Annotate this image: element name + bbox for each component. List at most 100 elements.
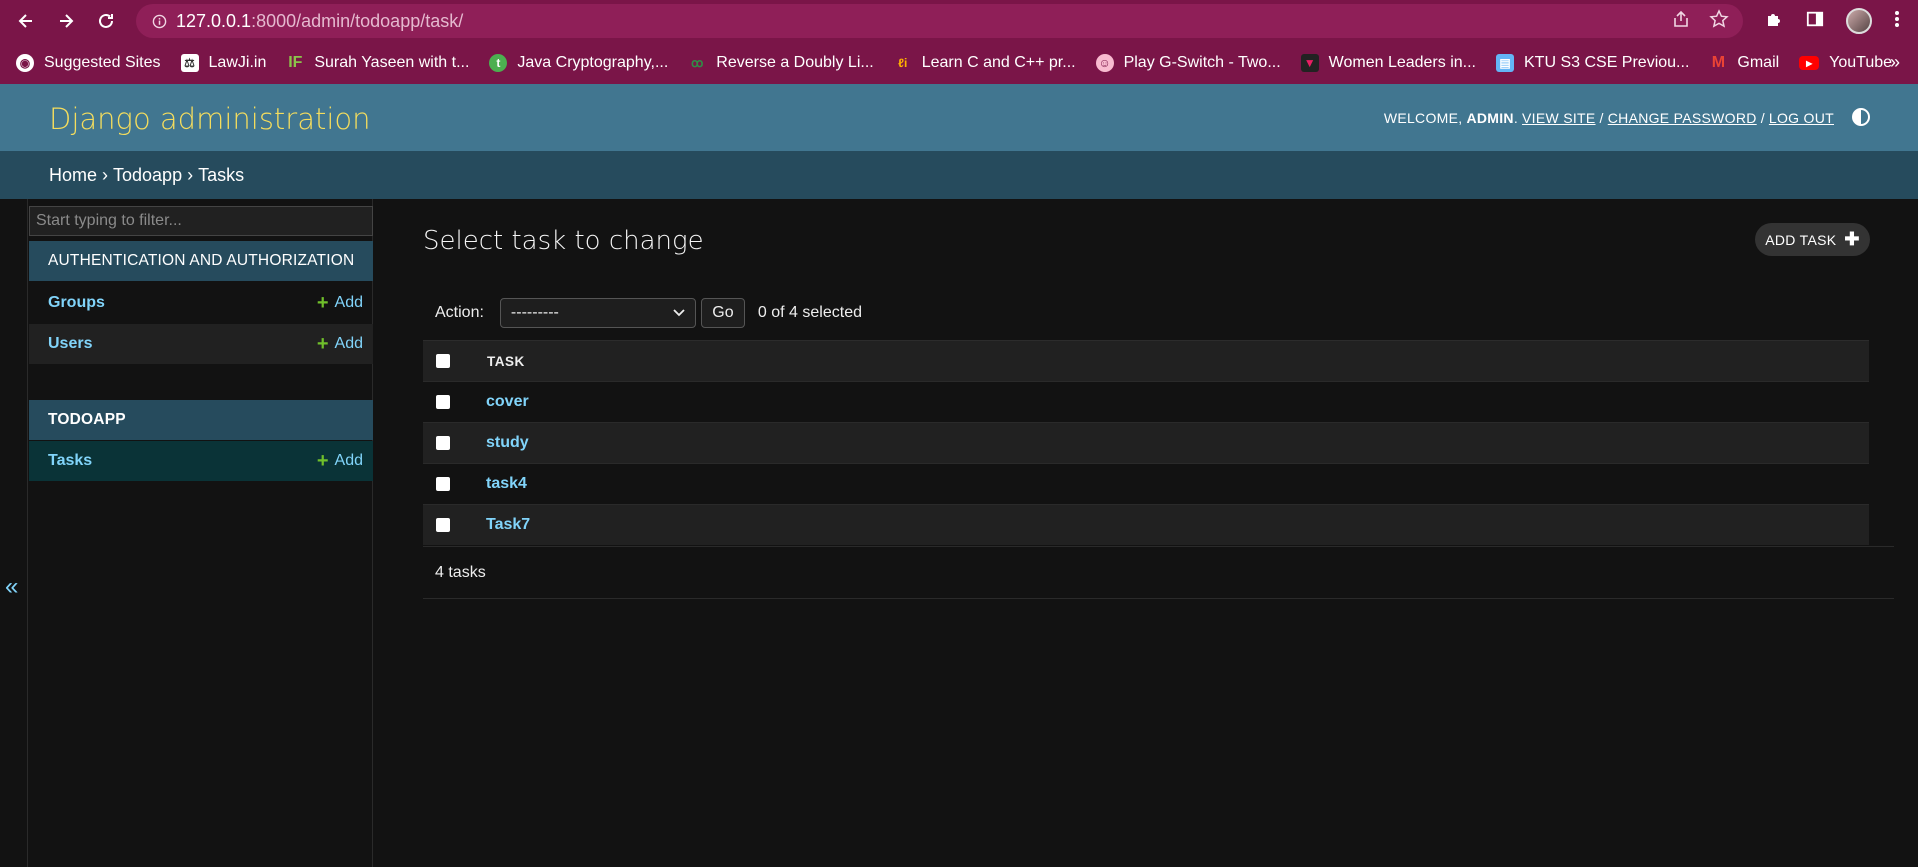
bookmark-label: Suggested Sites <box>44 54 161 71</box>
result-list: TASK cover study task4 Task7 <box>423 340 1869 545</box>
breadcrumb-home[interactable]: Home <box>49 165 97 186</box>
selection-counter: 0 of 4 selected <box>757 304 862 321</box>
log-out-link[interactable]: LOG OUT <box>1769 110 1834 126</box>
side-panel-icon[interactable] <box>1806 10 1824 33</box>
page-title: Select task to change <box>423 226 704 256</box>
action-label: Action: <box>435 304 484 321</box>
welcome-text: WELCOME, <box>1383 110 1463 126</box>
gmail-icon: M <box>1711 54 1726 71</box>
sidebar-item-label[interactable]: Tasks <box>48 452 92 470</box>
menu-icon[interactable] <box>1894 9 1900 34</box>
breadcrumb-separator: › <box>187 164 194 185</box>
add-task-button[interactable]: ADD TASK ✚ <box>1755 223 1870 256</box>
actions-bar: Action: --------- Go 0 of 4 selected <box>435 298 862 328</box>
plus-icon: + <box>316 449 329 472</box>
bookmark-label: Women Leaders in... <box>1328 54 1476 71</box>
user-tools: WELCOME, ADMIN. VIEW SITE / CHANGE PASSWO… <box>1383 110 1834 126</box>
theme-toggle-icon[interactable] <box>1852 108 1870 126</box>
globe-icon: ◉ <box>16 54 34 72</box>
add-label: Add <box>334 294 363 311</box>
bookmark-g-switch[interactable]: ☺ Play G-Switch - Two... <box>1095 54 1281 72</box>
breadcrumb-app[interactable]: Todoapp <box>113 165 182 186</box>
back-icon[interactable] <box>7 2 45 40</box>
bookmark-learn-c[interactable]: ℓi Learn C and C++ pr... <box>894 54 1075 72</box>
bookmark-label: Surah Yaseen with t... <box>314 54 470 71</box>
game-icon: ☺ <box>1095 54 1114 72</box>
breadcrumb: Home › Todoapp › Tasks <box>0 151 1918 199</box>
chevron-down-icon <box>673 304 685 322</box>
sidebar-item-users[interactable]: Users + Add <box>29 324 373 364</box>
bookmark-label: YouTube <box>1829 54 1893 71</box>
bookmark-label: Java Cryptography,... <box>517 54 669 71</box>
learn-icon: ℓi <box>898 56 908 70</box>
app-auth-caption[interactable]: AUTHENTICATION AND AUTHORIZATION <box>29 241 373 281</box>
bookmark-java-cryptography[interactable]: t Java Cryptography,... <box>489 54 668 72</box>
shield-icon: ▼ <box>1300 54 1319 72</box>
bookmark-youtube[interactable]: ▶ YouTube <box>1799 54 1892 72</box>
bookmark-women-leaders[interactable]: ▼ Women Leaders in... <box>1300 54 1476 72</box>
bookmark-suggested-sites[interactable]: ◉ Suggested Sites <box>16 54 161 72</box>
add-label: Add <box>334 335 363 352</box>
sidebar-item-label[interactable]: Users <box>48 335 92 353</box>
toggle-nav-sidebar-icon[interactable]: « <box>5 573 18 601</box>
username: ADMIN <box>1466 110 1514 126</box>
scales-icon: ⚖ <box>180 54 199 72</box>
sidebar-item-tasks[interactable]: Tasks + Add <box>29 441 373 481</box>
profile-avatar[interactable] <box>1846 8 1872 34</box>
task-link[interactable]: cover <box>486 393 529 411</box>
table-row: Task7 <box>423 504 1869 545</box>
select-all-checkbox[interactable] <box>436 354 450 368</box>
add-users-link[interactable]: + Add <box>317 333 363 356</box>
add-label: Add <box>334 452 363 469</box>
nav-filter-input[interactable]: Start typing to filter... <box>29 206 373 236</box>
bookmark-label: Gmail <box>1737 54 1780 71</box>
admin-header: Django administration WELCOME, ADMIN. VI… <box>0 84 1918 151</box>
browser-toolbar: 127.0.0.1:8000/admin/todoapp/task/ <box>0 0 1918 42</box>
task-link[interactable]: Task7 <box>486 516 530 534</box>
bookmark-surah-yaseen[interactable]: IF Surah Yaseen with t... <box>286 54 469 72</box>
sidebar-item-label[interactable]: Groups <box>48 294 105 312</box>
row-checkbox[interactable] <box>436 477 450 491</box>
action-select[interactable]: --------- <box>499 298 696 328</box>
breadcrumb-separator: › <box>102 164 109 185</box>
extensions-icon[interactable] <box>1764 9 1784 34</box>
bookmark-gmail[interactable]: M Gmail <box>1709 54 1779 72</box>
site-info-icon[interactable] <box>142 4 176 38</box>
forward-icon[interactable] <box>47 2 85 40</box>
task-link[interactable]: study <box>486 434 529 452</box>
bookmark-reverse-doubly[interactable]: ꝏ Reverse a Doubly Li... <box>688 54 874 72</box>
gfg-icon: ꝏ <box>691 56 704 70</box>
change-password-link[interactable]: CHANGE PASSWORD <box>1608 110 1757 126</box>
row-checkbox[interactable] <box>436 436 450 450</box>
task-link[interactable]: task4 <box>486 475 527 493</box>
table-header: TASK <box>423 340 1869 381</box>
tp-icon: t <box>489 54 508 72</box>
if-icon: IF <box>288 54 303 71</box>
view-site-link[interactable]: VIEW SITE <box>1522 110 1596 126</box>
site-branding[interactable]: Django administration <box>49 102 371 136</box>
more-bookmarks-icon[interactable]: » <box>1890 52 1900 73</box>
app-todoapp-caption[interactable]: TODOAPP <box>29 400 373 440</box>
add-groups-link[interactable]: + Add <box>317 292 363 315</box>
bookmark-ktu[interactable]: ▤ KTU S3 CSE Previou... <box>1496 54 1689 72</box>
column-header-task[interactable]: TASK <box>487 354 525 369</box>
go-button[interactable]: Go <box>700 298 745 328</box>
plus-icon: ✚ <box>1844 229 1860 249</box>
plus-icon: + <box>316 332 329 355</box>
breadcrumb-current: Tasks <box>198 164 245 185</box>
bookmark-label: LawJi.in <box>208 54 267 71</box>
reload-icon[interactable] <box>87 2 125 40</box>
url-path: :8000/admin/todoapp/task/ <box>251 10 464 31</box>
bookmark-star-icon[interactable] <box>1709 8 1729 34</box>
nav-sidebar: Start typing to filter... AUTHENTICATION… <box>27 199 373 867</box>
table-row: study <box>423 422 1869 463</box>
address-bar[interactable]: 127.0.0.1:8000/admin/todoapp/task/ <box>136 4 1743 38</box>
bookmark-label: Reverse a Doubly Li... <box>716 54 874 71</box>
row-checkbox[interactable] <box>436 395 450 409</box>
share-icon[interactable] <box>1671 9 1691 34</box>
row-checkbox[interactable] <box>436 518 450 532</box>
sidebar-item-groups[interactable]: Groups + Add <box>29 283 373 323</box>
bookmark-lawji[interactable]: ⚖ LawJi.in <box>180 54 267 72</box>
paginator: 4 tasks <box>423 546 1894 599</box>
add-tasks-link[interactable]: + Add <box>317 450 363 473</box>
